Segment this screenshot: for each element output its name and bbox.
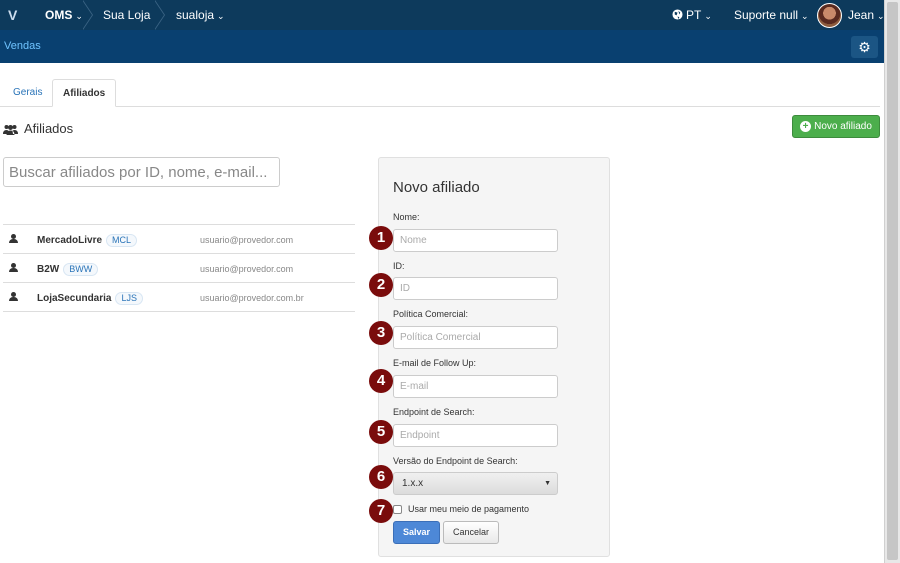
- users-icon: [3, 123, 18, 138]
- top-navbar: V OMS ⌄ Sua Loja ⌄ sualoja ⌄ PT ⌄ Suporte nu…: [0, 0, 885, 30]
- id-field[interactable]: [393, 277, 558, 300]
- commercial-policy-field[interactable]: [393, 326, 558, 349]
- search-endpoint-label: Endpoint de Search:: [393, 407, 475, 417]
- vtex-logo: V: [8, 7, 18, 23]
- chevron-down-icon: ⌄: [801, 11, 809, 21]
- scrollbar-thumb[interactable]: [887, 2, 898, 560]
- user-menu[interactable]: Jean ⌄: [848, 0, 885, 30]
- avatar[interactable]: [817, 3, 842, 28]
- user-icon: [9, 263, 18, 272]
- step-marker-5: 5: [369, 420, 393, 444]
- table-row[interactable]: MercadoLivre MCL usuario@provedor.com: [3, 225, 355, 254]
- breadcrumb-oms[interactable]: OMS ⌄: [45, 0, 83, 30]
- step-marker-6: 6: [369, 465, 393, 489]
- payment-checkbox-label: Usar meu meio de pagamento: [408, 504, 530, 514]
- form-title: Novo afiliado: [393, 179, 480, 196]
- module-title[interactable]: Vendas: [4, 40, 41, 52]
- affiliate-name: B2W BWW: [37, 263, 99, 276]
- save-button[interactable]: Salvar: [393, 521, 440, 544]
- settings-button[interactable]: ⚙: [851, 36, 878, 58]
- affiliate-email: usuario@provedor.com: [200, 264, 294, 274]
- endpoint-version-select[interactable]: 1.x.x ▼: [393, 472, 558, 495]
- breadcrumb-account[interactable]: sualoja ⌄: [176, 0, 225, 30]
- new-affiliate-button[interactable]: + Novo afiliado: [792, 115, 880, 138]
- step-marker-4: 4: [369, 369, 393, 393]
- language-selector[interactable]: PT ⌄: [672, 0, 712, 30]
- affiliate-id-badge: BWW: [63, 263, 99, 276]
- globe-icon: [672, 9, 683, 20]
- commercial-policy-label: Política Comercial:: [393, 309, 469, 319]
- step-marker-7: 7: [369, 499, 393, 523]
- table-row[interactable]: LojaSecundaria LJS usuario@provedor.com.b…: [3, 283, 355, 312]
- module-bar: Vendas: [0, 30, 884, 63]
- id-label: ID:: [393, 261, 405, 271]
- followup-email-label: E-mail de Follow Up:: [393, 358, 477, 368]
- affiliate-name: MercadoLivre MCL: [37, 234, 138, 247]
- endpoint-version-label: Versão do Endpoint de Search:: [393, 456, 518, 466]
- user-icon: [9, 234, 18, 243]
- affiliate-id-badge: MCL: [106, 234, 138, 247]
- breadcrumb-store[interactable]: Sua Loja ⌄: [103, 0, 161, 30]
- affiliates-table: MercadoLivre MCL usuario@provedor.com B2W…: [3, 224, 355, 312]
- cancel-button[interactable]: Cancelar: [443, 521, 499, 544]
- step-marker-2: 2: [369, 273, 393, 297]
- step-marker-1: 1: [369, 226, 393, 250]
- affiliate-name: LojaSecundaria LJS: [37, 292, 143, 305]
- search-input[interactable]: [3, 157, 280, 187]
- chevron-down-icon: ⌄: [217, 11, 225, 21]
- affiliate-id-badge: LJS: [115, 292, 143, 305]
- payment-checkbox[interactable]: [393, 505, 402, 514]
- plus-circle-icon: +: [800, 121, 812, 132]
- section-title: Afiliados: [24, 121, 74, 136]
- search-endpoint-field[interactable]: [393, 424, 558, 447]
- name-field[interactable]: [393, 229, 558, 252]
- user-icon: [9, 292, 18, 301]
- affiliate-email: usuario@provedor.com: [200, 235, 294, 245]
- chevron-down-icon: ⌄: [704, 11, 712, 21]
- breadcrumb-separator: [154, 0, 165, 30]
- step-marker-3: 3: [369, 321, 393, 345]
- affiliate-email: usuario@provedor.com.br: [200, 293, 304, 303]
- caret-down-icon: ▼: [544, 480, 551, 487]
- scrollbar[interactable]: [884, 0, 900, 563]
- breadcrumb-separator: [82, 0, 93, 30]
- name-label: Nome:: [393, 212, 420, 222]
- tab-gerais[interactable]: Gerais: [3, 79, 52, 107]
- table-row[interactable]: B2W BWW usuario@provedor.com: [3, 254, 355, 283]
- followup-email-field[interactable]: [393, 375, 558, 398]
- support-menu[interactable]: Suporte null ⌄: [734, 0, 809, 30]
- tabs-divider: [0, 106, 880, 107]
- tab-afiliados[interactable]: Afiliados: [52, 79, 117, 107]
- gear-icon: ⚙: [858, 39, 871, 55]
